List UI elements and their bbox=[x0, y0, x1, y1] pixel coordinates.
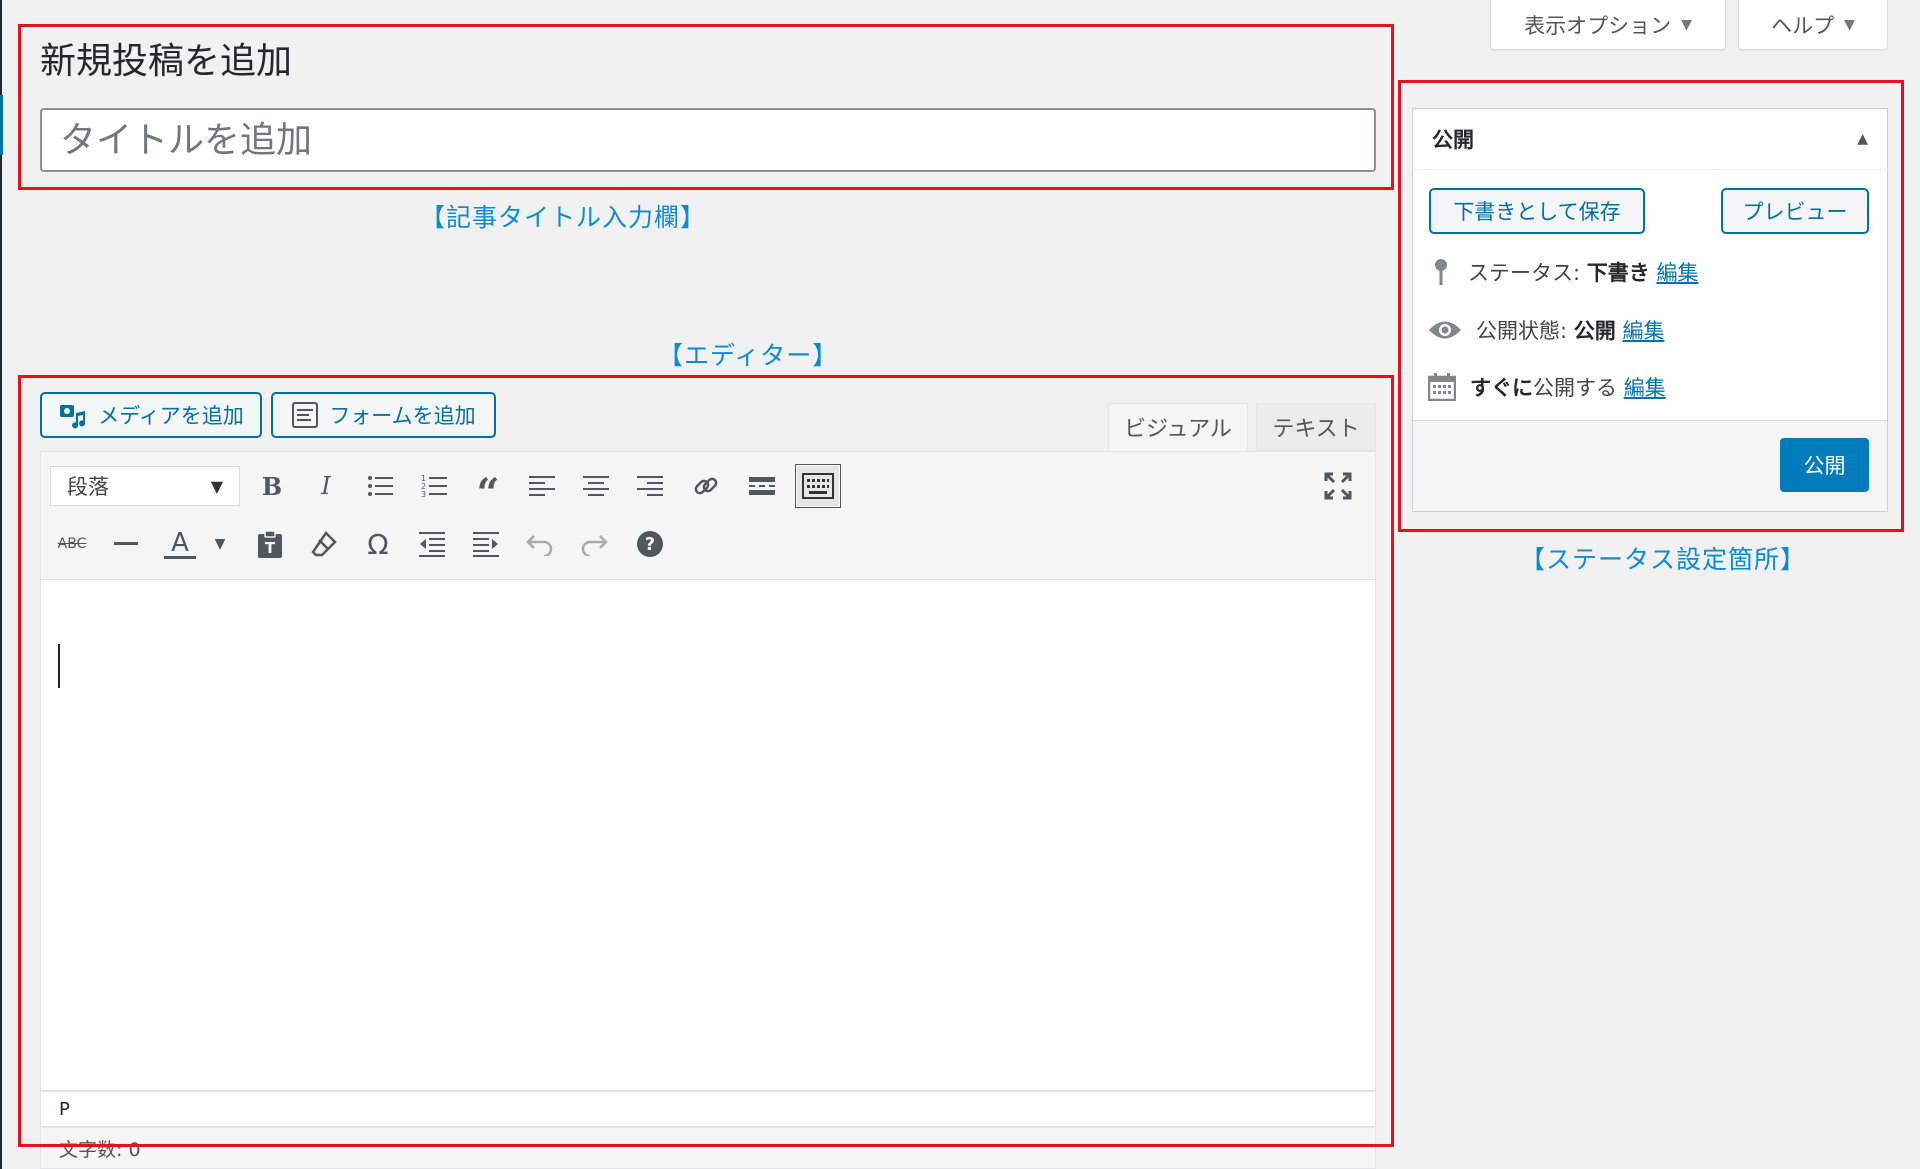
help-button[interactable]: ヘルプ ▼ bbox=[1738, 0, 1888, 50]
admin-menu-edge bbox=[0, 0, 2, 1169]
status-annotation: 【ステータス設定箇所】 bbox=[1520, 545, 1807, 574]
help-label: ヘルプ bbox=[1771, 13, 1835, 38]
editor-highlight-box bbox=[18, 375, 1394, 1147]
dropdown-triangle-icon: ▼ bbox=[1844, 16, 1855, 33]
screen-options-label: 表示オプション bbox=[1524, 13, 1672, 38]
screen-options-button[interactable]: 表示オプション ▼ bbox=[1490, 0, 1726, 50]
title-annotation: 【記事タイトル入力欄】 bbox=[420, 203, 707, 232]
title-highlight-box bbox=[18, 24, 1394, 190]
admin-menu-active-indicator bbox=[0, 95, 3, 155]
status-highlight-box bbox=[1398, 80, 1904, 532]
dropdown-triangle-icon: ▼ bbox=[1681, 16, 1692, 33]
editor-annotation: 【エディター】 bbox=[658, 341, 839, 370]
